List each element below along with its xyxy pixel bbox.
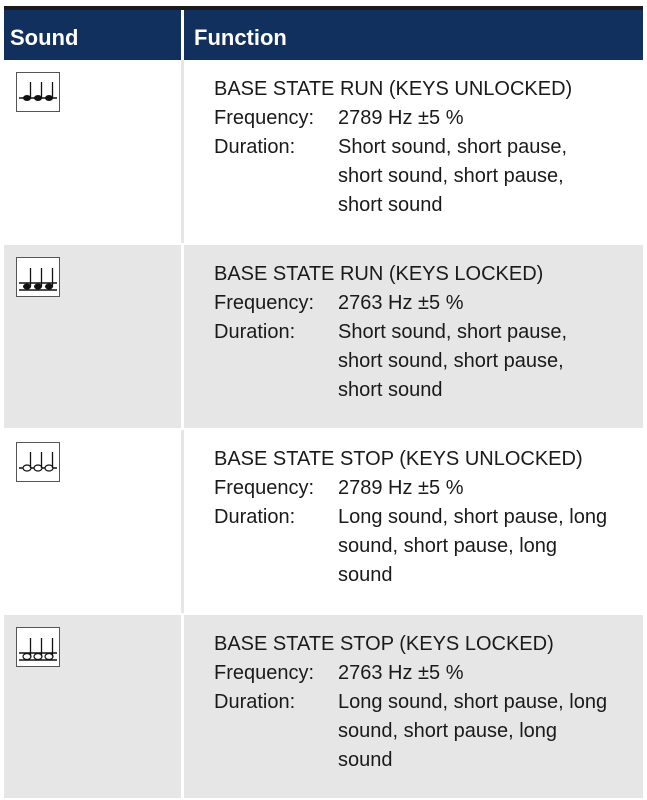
sound-cell xyxy=(4,245,184,428)
frequency-label: Frequency: xyxy=(214,662,315,684)
state-title: BASE STATE RUN (KEYS UNLOCKED) xyxy=(214,78,573,100)
function-cell: BASE STATE STOP (KEYS UNLOCKED) Frequenc… xyxy=(184,430,608,613)
duration-label: Duration: xyxy=(214,321,296,343)
frequency-value: 2763 Hz ±5 % xyxy=(338,292,464,314)
frequency-label: Frequency: xyxy=(214,292,315,314)
table-row: BASE STATE STOP (KEYS UNLOCKED) Frequenc… xyxy=(4,430,643,615)
frequency-line: Frequency: 2789 Hz ±5 % xyxy=(214,104,608,133)
frequency-label: Frequency: xyxy=(214,477,315,499)
sound-function-table: Sound Function BASE STATE RUN (KEYS UNLO… xyxy=(4,6,643,800)
stop-unlocked-icon xyxy=(16,442,60,482)
frequency-label: Frequency: xyxy=(214,107,315,129)
state-title: BASE STATE RUN (KEYS LOCKED) xyxy=(214,263,544,285)
frequency-line: Frequency: 2789 Hz ±5 % xyxy=(214,474,608,503)
duration-line: Duration: Short sound, short pause, shor… xyxy=(214,133,608,220)
frequency-value: 2763 Hz ±5 % xyxy=(338,662,464,684)
duration-line: Duration: Long sound, short pause, long … xyxy=(214,503,608,590)
frequency-line: Frequency: 2763 Hz ±5 % xyxy=(214,289,608,318)
duration-label: Duration: xyxy=(214,691,296,713)
function-cell: BASE STATE RUN (KEYS LOCKED) Frequency: … xyxy=(184,245,608,428)
table-row: BASE STATE STOP (KEYS LOCKED) Frequency:… xyxy=(4,615,643,800)
frequency-value: 2789 Hz ±5 % xyxy=(338,477,464,499)
sound-cell xyxy=(4,615,184,798)
run-unlocked-icon xyxy=(16,72,60,112)
header-function: Function xyxy=(194,25,287,50)
table-row: BASE STATE RUN (KEYS LOCKED) Frequency: … xyxy=(4,245,643,430)
header-sound: Sound xyxy=(4,10,184,60)
sound-cell xyxy=(4,60,184,243)
frequency-value: 2789 Hz ±5 % xyxy=(338,107,464,129)
duration-value: Long sound, short pause, long sound, sho… xyxy=(338,506,608,586)
table-row: BASE STATE RUN (KEYS UNLOCKED) Frequency… xyxy=(4,60,643,245)
duration-line: Duration: Short sound, short pause, shor… xyxy=(214,318,608,405)
stop-locked-icon xyxy=(16,627,60,667)
function-cell: BASE STATE RUN (KEYS UNLOCKED) Frequency… xyxy=(184,60,608,243)
frequency-line: Frequency: 2763 Hz ±5 % xyxy=(214,659,608,688)
function-cell: BASE STATE STOP (KEYS LOCKED) Frequency:… xyxy=(184,615,608,798)
sound-cell xyxy=(4,430,184,613)
duration-label: Duration: xyxy=(214,506,296,528)
state-title: BASE STATE STOP (KEYS LOCKED) xyxy=(214,633,554,655)
duration-value: Short sound, short pause, short sound, s… xyxy=(338,321,568,401)
duration-label: Duration: xyxy=(214,136,296,158)
duration-value: Long sound, short pause, long sound, sho… xyxy=(338,691,608,771)
duration-value: Short sound, short pause, short sound, s… xyxy=(338,136,568,216)
table-header: Sound Function xyxy=(4,10,643,60)
run-locked-icon xyxy=(16,257,60,297)
duration-line: Duration: Long sound, short pause, long … xyxy=(214,688,608,775)
state-title: BASE STATE STOP (KEYS UNLOCKED) xyxy=(214,448,583,470)
